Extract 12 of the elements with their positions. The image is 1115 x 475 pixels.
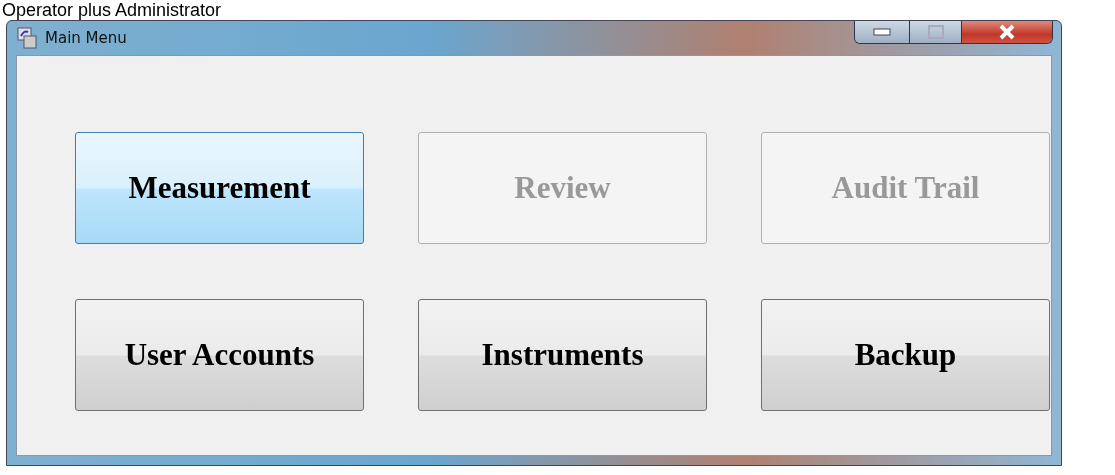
minimize-icon [873,28,891,36]
menu-button[interactable]: User Accounts [75,299,364,411]
app-icon [17,27,37,49]
menu-button[interactable]: Measurement [75,132,364,244]
window-title: Main Menu [45,29,127,47]
maximize-icon [927,25,944,39]
minimize-button[interactable] [855,21,910,43]
menu-button[interactable]: Instruments [418,299,707,411]
close-button[interactable] [962,21,1052,43]
menu-button[interactable]: Backup [761,299,1050,411]
caption-text: Operator plus Administrator [1,0,223,20]
close-icon [998,24,1016,40]
